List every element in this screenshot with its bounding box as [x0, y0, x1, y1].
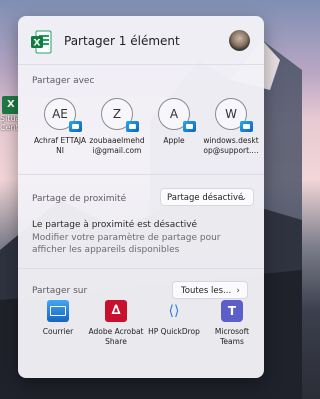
app-teams[interactable]: T Microsoft Teams [202, 300, 262, 347]
contacts-list: AE Achraf ETTAJANI Z zoubaaelmehdi@gmail… [32, 98, 262, 178]
outlook-badge-icon [126, 121, 139, 132]
app-adobe-acrobat[interactable]: ∆ Adobe Acrobat Share [86, 300, 146, 347]
app-name: Courrier [42, 327, 74, 336]
teams-icon: T [221, 300, 243, 322]
contact-initials: W [225, 107, 237, 121]
proximity-dropdown-value: Partage désactivé [167, 193, 244, 203]
dialog-title: Partager 1 élément [64, 34, 180, 48]
divider [18, 268, 264, 269]
divider [18, 64, 264, 65]
apps-list: Courrier ∆ Adobe Acrobat Share ⟨⟩ HP Qui… [28, 300, 264, 370]
adobe-acrobat-icon: ∆ [105, 300, 127, 322]
share-dialog: X Partager 1 élément Partager avec AE Ac… [18, 16, 264, 378]
app-name: Microsoft Teams [214, 327, 250, 346]
contact-name: zoubaaelmehdi@gmail.com [89, 136, 145, 155]
user-avatar[interactable] [229, 30, 250, 51]
contact-name: windows.desktop@support.... [203, 136, 259, 155]
app-name: Adobe Acrobat Share [88, 327, 144, 346]
contact-avatar: Z [101, 98, 139, 132]
contact-avatar: AE [44, 98, 82, 132]
excel-file-icon: X [31, 30, 52, 54]
divider [18, 174, 264, 175]
desktop-icon-label: Situat Centre [0, 114, 20, 132]
hp-quickdrop-icon: ⟨⟩ [168, 303, 180, 319]
contact-name: Achraf ETTAJANI [33, 136, 87, 155]
contact-initials: A [169, 107, 179, 121]
contact-initials: Z [112, 107, 122, 121]
chevron-down-icon: ⌄ [239, 193, 247, 203]
app-mail[interactable]: Courrier [28, 300, 88, 337]
contact-item[interactable]: Z zoubaaelmehdi@gmail.com [89, 98, 145, 156]
proximity-label: Partage de proximité [32, 194, 127, 204]
contact-item[interactable]: W windows.desktop@support.... [203, 98, 259, 156]
contact-item[interactable]: AE Achraf ETTAJANI [32, 98, 88, 156]
mail-icon [47, 300, 69, 322]
outlook-badge-icon [69, 121, 82, 132]
all-apps-label: Toutes les... [181, 286, 232, 296]
proximity-info-title: Le partage à proximité est désactivé [32, 220, 198, 230]
app-name: HP QuickDrop [148, 327, 200, 336]
contact-initials: AE [52, 107, 68, 121]
title-bar: X Partager 1 élément [18, 16, 264, 66]
contact-item[interactable]: A Apple [146, 98, 202, 146]
contact-avatar: W [215, 98, 253, 132]
contact-name: Apple [163, 136, 185, 145]
chevron-right-icon: › [236, 286, 240, 296]
proximity-info-desc: Modifier votre paramètre de partage pour… [32, 233, 221, 255]
outlook-badge-icon [183, 121, 196, 132]
outlook-badge-icon [240, 121, 253, 132]
proximity-dropdown[interactable]: Partage désactivé ⌄ [160, 188, 254, 206]
svg-text:X: X [34, 39, 41, 49]
share-with-label: Partager avec [32, 76, 95, 86]
all-apps-button[interactable]: Toutes les... › [172, 281, 248, 299]
share-on-label: Partager sur [32, 286, 88, 296]
app-hp-quickdrop[interactable]: ⟨⟩ HP QuickDrop [144, 300, 204, 337]
contact-avatar: A [158, 98, 196, 132]
